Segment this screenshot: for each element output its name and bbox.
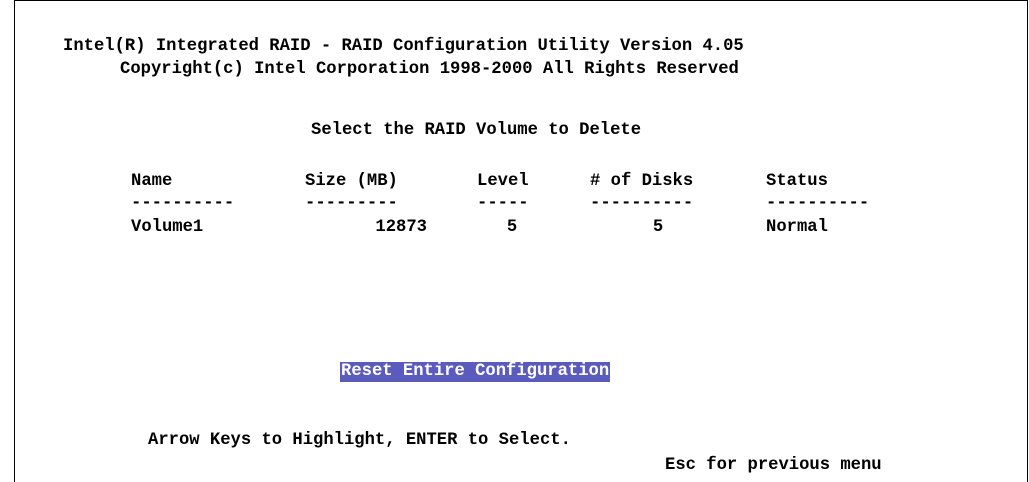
column-divider-size: --------- — [305, 194, 398, 213]
column-header-level: Level — [477, 172, 529, 191]
utility-title: Intel(R) Integrated RAID - RAID Configur… — [63, 37, 744, 56]
column-header-size: Size (MB) — [305, 172, 398, 191]
column-divider-disks: ---------- — [590, 194, 694, 213]
volume-size: 12873 — [375, 218, 427, 237]
column-divider-name: ---------- — [131, 194, 235, 213]
copyright-notice: Copyright(c) Intel Corporation 1998-2000… — [120, 60, 739, 79]
volume-disk-count: 5 — [652, 218, 664, 237]
reset-configuration-option[interactable]: Reset Entire Configuration — [340, 362, 611, 382]
column-header-disks: # of Disks — [590, 172, 694, 191]
navigation-instructions: Arrow Keys to Highlight, ENTER to Select… — [148, 431, 571, 450]
column-header-name: Name — [131, 172, 173, 191]
escape-hint: Esc for previous menu — [665, 456, 882, 475]
column-divider-level: ----- — [477, 194, 529, 213]
column-header-status: Status — [766, 172, 828, 191]
volume-name[interactable]: Volume1 — [131, 218, 203, 238]
volume-status: Normal — [766, 218, 828, 237]
volume-level: 5 — [506, 218, 518, 237]
page-prompt: Select the RAID Volume to Delete — [311, 121, 642, 140]
column-divider-status: ---------- — [766, 194, 870, 213]
